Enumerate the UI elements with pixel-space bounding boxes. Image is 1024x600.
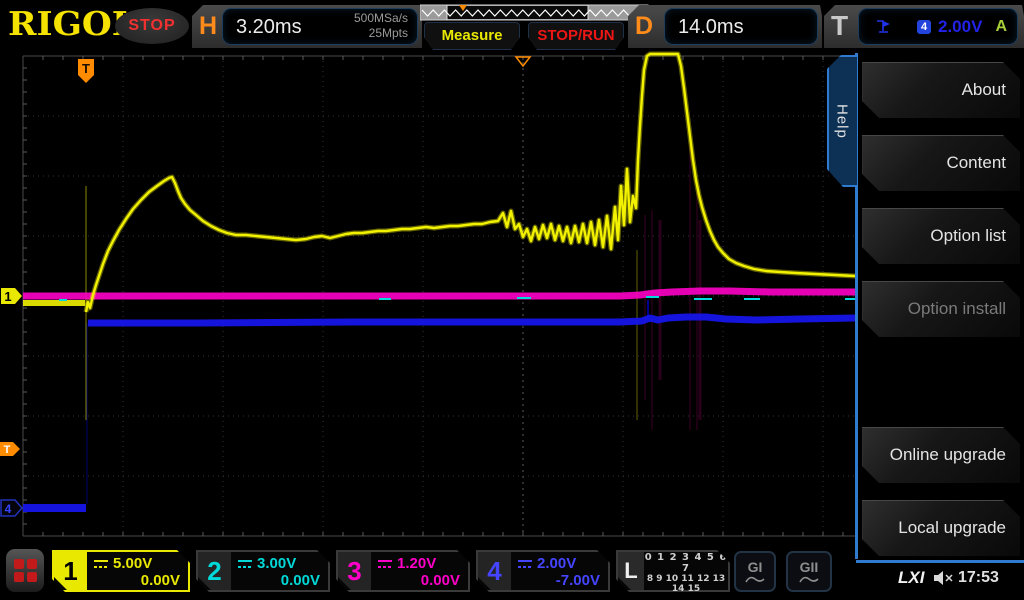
channel-4-offset: -7.00V bbox=[518, 572, 600, 589]
channel-2-box[interactable]: 2 3.00V 0.00V bbox=[196, 550, 330, 592]
menu-grid-dot bbox=[27, 572, 37, 582]
lxi-logo: LXI bbox=[898, 568, 924, 588]
logic-analyzer-box[interactable]: L 0 1 2 3 4 5 6 7 8 9 10 11 12 13 14 15 bbox=[616, 550, 730, 592]
svg-text:4: 4 bbox=[5, 502, 12, 516]
channel-2-offset: 0.00V bbox=[238, 572, 320, 589]
dc-coupling-icon bbox=[238, 559, 252, 569]
sine-wave-icon bbox=[745, 575, 765, 584]
sidebar-button-option-list[interactable]: Option list bbox=[862, 208, 1020, 264]
logic-channels-row2: 8 9 10 11 12 13 14 15 bbox=[644, 574, 728, 594]
trigger-slope-falling-icon bbox=[875, 18, 891, 35]
g1-label: GI bbox=[748, 560, 763, 575]
delay-settings-box[interactable]: D 14.0ms bbox=[628, 5, 822, 48]
delay-label: D bbox=[635, 12, 653, 41]
channel-2-scale: 3.00V bbox=[257, 555, 296, 572]
channel-1-scale: 5.00V bbox=[113, 555, 152, 572]
trigger-source-badge: 4 bbox=[917, 20, 931, 34]
channel-4-number: 4 bbox=[478, 552, 511, 590]
dc-coupling-icon bbox=[518, 559, 532, 569]
delay-value: 14.0ms bbox=[678, 16, 744, 39]
stop-run-button[interactable]: STOP/RUN bbox=[528, 22, 624, 50]
sample-rate: 500MSa/s bbox=[354, 11, 408, 26]
sidebar-button-local-upgrade[interactable]: Local upgrade bbox=[862, 500, 1020, 556]
trigger-label: T bbox=[831, 10, 848, 42]
svg-text:T: T bbox=[4, 444, 11, 456]
dc-coupling-icon bbox=[378, 559, 392, 569]
memory-depth: 25Mpts bbox=[354, 26, 408, 41]
trigger-settings-box[interactable]: T 4 2.00V A bbox=[824, 5, 1024, 48]
menu-grid-button[interactable] bbox=[6, 549, 44, 592]
g2-label: GII bbox=[800, 560, 819, 575]
speaker-muted-icon[interactable] bbox=[934, 570, 954, 586]
channel-2-number: 2 bbox=[198, 552, 231, 590]
horizontal-settings-box[interactable]: H 3.20ms 500MSa/s 25Mpts bbox=[192, 5, 422, 48]
dc-coupling-icon bbox=[94, 559, 108, 569]
channel-3-box[interactable]: 3 1.20V 0.00V bbox=[336, 550, 470, 592]
channel-1-offset: 0.00V bbox=[94, 572, 180, 589]
channel-3-scale: 1.20V bbox=[397, 555, 436, 572]
channel-4-box[interactable]: 4 2.00V -7.00V bbox=[476, 550, 610, 592]
trace-layer bbox=[23, 54, 855, 508]
trigger-level-value: 2.00V bbox=[938, 17, 982, 37]
acquisition-status-badge: STOP bbox=[115, 8, 189, 44]
oscilloscope-screen: T1T4 RIGOL STOP H 3.20ms 500MSa/s 25Mpts… bbox=[0, 0, 1024, 600]
menu-grid-dot bbox=[14, 559, 24, 569]
memory-overview-strip[interactable] bbox=[420, 3, 650, 21]
sine-wave-icon bbox=[799, 575, 819, 584]
channel-1-number: 1 bbox=[54, 552, 87, 590]
horizontal-label: H bbox=[199, 12, 217, 41]
svg-text:T: T bbox=[82, 61, 90, 76]
channel-1-box[interactable]: 1 5.00V 0.00V bbox=[52, 550, 190, 592]
g2-source-button[interactable]: GII bbox=[786, 551, 832, 592]
horizontal-scale-value: 3.20ms bbox=[236, 16, 302, 39]
logic-analyzer-label: L bbox=[618, 552, 644, 590]
trigger-mode-indicator: A bbox=[995, 18, 1007, 36]
channel-3-offset: 0.00V bbox=[378, 572, 460, 589]
sidebar-border-bottom bbox=[856, 560, 1024, 563]
sidebar-button-online-upgrade[interactable]: Online upgrade bbox=[862, 427, 1020, 483]
help-tab-label: Help bbox=[834, 104, 851, 139]
sidebar-button-content[interactable]: Content bbox=[862, 135, 1020, 191]
logic-channels-row1: 0 1 2 3 4 5 6 7 bbox=[644, 552, 728, 574]
help-tab[interactable]: Help bbox=[827, 55, 857, 187]
svg-text:1: 1 bbox=[4, 289, 11, 304]
channel-4-scale: 2.00V bbox=[537, 555, 576, 572]
menu-grid-dot bbox=[14, 572, 24, 582]
channel-3-number: 3 bbox=[338, 552, 371, 590]
sidebar-button-option-install[interactable]: Option install bbox=[862, 281, 1020, 337]
menu-grid-dot bbox=[27, 559, 37, 569]
g1-source-button[interactable]: GI bbox=[734, 551, 776, 592]
measure-button[interactable]: Measure bbox=[424, 22, 520, 50]
clock: 17:53 bbox=[958, 569, 999, 587]
sidebar-button-about[interactable]: About bbox=[862, 62, 1020, 118]
